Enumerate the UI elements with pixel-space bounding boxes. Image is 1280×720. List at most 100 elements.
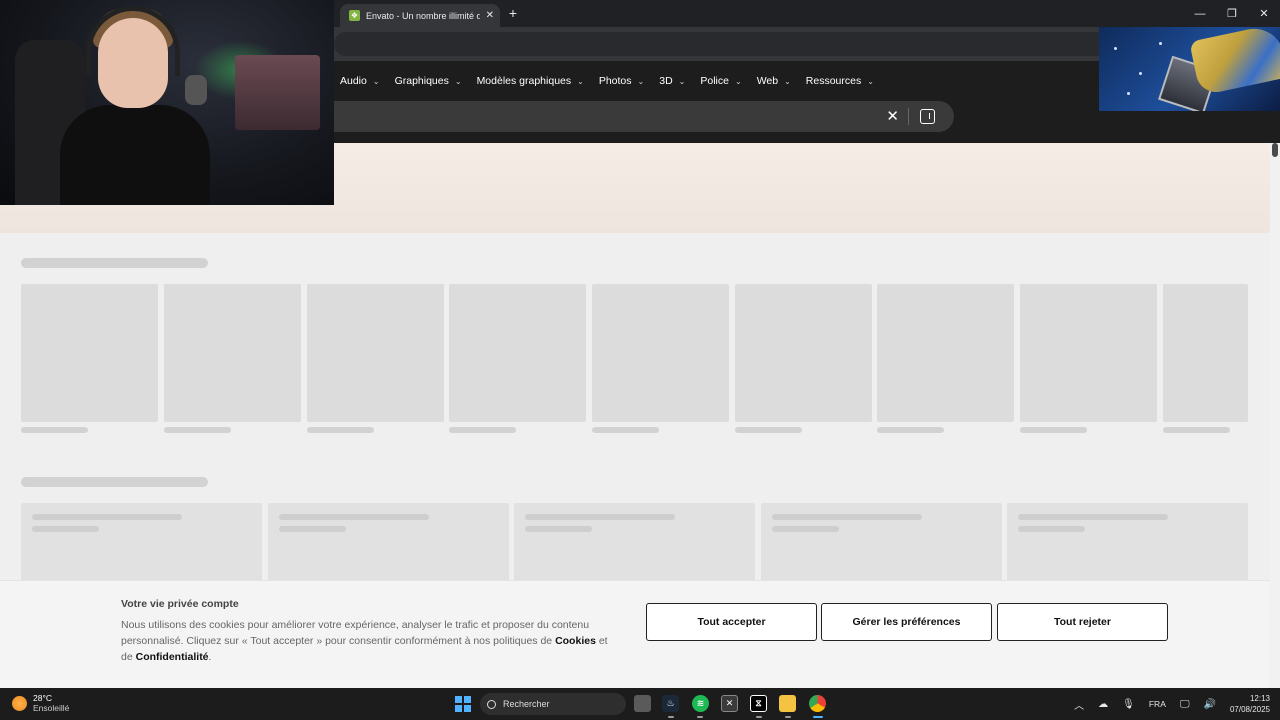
- cookies-policy-link[interactable]: Cookies: [555, 635, 596, 647]
- capcut-icon[interactable]: ⧖: [750, 695, 767, 712]
- chevron-up-icon[interactable]: ︿: [1074, 697, 1084, 712]
- search-input[interactable]: ✕: [320, 101, 954, 132]
- weather-condition: Ensoleillé: [33, 703, 70, 713]
- nav-item-police[interactable]: Police ⌄: [700, 75, 741, 87]
- category-nav: Audio ⌄ Graphiques ⌄ Modèles graphiques ⌄ P…: [340, 75, 889, 87]
- weather-widget[interactable]: 28°C Ensoleillé: [12, 693, 69, 713]
- skeleton-caption: [21, 427, 88, 433]
- skeleton-card: [1020, 284, 1157, 422]
- envato-favicon-icon: ❖: [349, 10, 360, 21]
- chevron-down-icon: ⌄: [454, 76, 462, 86]
- cookie-title: Votre vie privée compte: [121, 598, 239, 610]
- network-icon[interactable]: 🖵: [1180, 699, 1190, 710]
- cookie-banner: Votre vie privée compte Nous utilisons d…: [0, 580, 1270, 688]
- chevron-down-icon: ⌄: [734, 76, 742, 86]
- nav-item-3d[interactable]: 3D ⌄: [659, 75, 685, 87]
- skeleton-card: [21, 284, 158, 422]
- skeleton-card: [307, 284, 444, 422]
- nav-label: 3D: [659, 75, 673, 87]
- nav-item-audio[interactable]: Audio ⌄: [340, 75, 380, 87]
- task-view-icon[interactable]: [634, 695, 651, 712]
- skeleton-section-title: [21, 258, 208, 268]
- language-indicator[interactable]: FRA: [1149, 699, 1166, 709]
- taskbar-search[interactable]: Rechercher: [480, 693, 626, 715]
- onedrive-icon[interactable]: ☁: [1098, 699, 1108, 710]
- nav-label: Audio: [340, 75, 367, 87]
- microphone-icon: [185, 75, 207, 105]
- skeleton-wide-card: [1007, 503, 1248, 580]
- nav-item-graphiques[interactable]: Graphiques ⌄: [395, 75, 462, 87]
- close-window-button[interactable]: ✕: [1248, 0, 1280, 27]
- search-divider: [908, 108, 909, 125]
- sparkle: [1127, 92, 1130, 95]
- browser-tab[interactable]: ❖ Envato - Un nombre illimité d'a ✕: [340, 4, 500, 27]
- minimize-button[interactable]: —: [1184, 0, 1216, 27]
- system-tray: ︿ ☁ 🎙 FRA 🖵 🔊 12:13 07/08/2025: [1060, 688, 1270, 720]
- cookie-text: .: [208, 651, 212, 663]
- page-scrollbar[interactable]: [1270, 143, 1280, 688]
- steam-icon[interactable]: ♨: [662, 695, 679, 712]
- skeleton-caption: [735, 427, 802, 433]
- cookie-description: Nous utilisons des cookies pour améliore…: [121, 617, 621, 665]
- skeleton-line: [32, 526, 99, 532]
- reject-all-button[interactable]: Tout rejeter: [997, 603, 1168, 641]
- file-explorer-icon[interactable]: [779, 695, 796, 712]
- windows-start-icon[interactable]: [455, 696, 471, 712]
- skeleton-wide-card: [268, 503, 509, 580]
- loading-content: [0, 233, 1270, 580]
- nav-label: Modèles graphiques: [476, 75, 572, 87]
- clock-time: 12:13: [1249, 694, 1270, 703]
- skeleton-card: [449, 284, 586, 422]
- visual-search-icon[interactable]: [920, 109, 935, 124]
- accept-all-button[interactable]: Tout accepter: [646, 603, 817, 641]
- nav-label: Photos: [598, 75, 632, 87]
- sparkle: [1114, 47, 1117, 50]
- running-indicator: [668, 716, 674, 718]
- weather-temperature: 28°C: [33, 693, 52, 703]
- cookie-text: Nous utilisons des cookies pour améliore…: [121, 619, 590, 647]
- skeleton-line: [279, 526, 346, 532]
- skeleton-line: [32, 514, 182, 520]
- nav-item-photos[interactable]: Photos ⌄: [599, 75, 644, 87]
- nav-item-ressources[interactable]: Ressources ⌄: [806, 75, 874, 87]
- skeleton-line: [772, 514, 922, 520]
- headset-icon: [86, 6, 180, 76]
- nav-label: Ressources: [805, 75, 862, 87]
- xbox-icon[interactable]: ✕: [721, 695, 738, 712]
- clear-search-icon[interactable]: ✕: [886, 107, 899, 125]
- running-indicator: [756, 716, 762, 718]
- volume-icon[interactable]: 🔊: [1204, 699, 1216, 710]
- microphone-icon[interactable]: 🎙: [1122, 699, 1135, 710]
- skeleton-caption: [307, 427, 374, 433]
- running-indicator: [697, 716, 703, 718]
- webcam-streamer-body: [60, 105, 210, 205]
- webcam-background-screen: [235, 55, 320, 130]
- clock[interactable]: 12:13 07/08/2025: [1230, 693, 1270, 715]
- maximize-button[interactable]: ❐: [1216, 0, 1248, 27]
- skeleton-caption: [1020, 427, 1087, 433]
- nav-item-modeles-graphiques[interactable]: Modèles graphiques ⌄: [477, 75, 584, 87]
- webcam-overlay: [0, 0, 334, 205]
- privacy-policy-link[interactable]: Confidentialité: [136, 651, 209, 663]
- skeleton-caption: [1163, 427, 1230, 433]
- nav-item-web[interactable]: Web ⌄: [757, 75, 791, 87]
- new-tab-button[interactable]: +: [505, 5, 521, 21]
- running-indicator: [785, 716, 791, 718]
- skeleton-caption: [592, 427, 659, 433]
- chevron-down-icon: ⌄: [678, 76, 686, 86]
- clock-date: 07/08/2025: [1229, 705, 1270, 714]
- scrollbar-thumb[interactable]: [1272, 143, 1278, 157]
- skeleton-wide-card: [514, 503, 755, 580]
- chrome-icon[interactable]: [809, 695, 826, 712]
- chevron-down-icon: ⌄: [867, 76, 874, 86]
- skeleton-line: [525, 526, 592, 532]
- skeleton-wide-card: [761, 503, 1002, 580]
- chevron-down-icon: ⌄: [637, 76, 645, 86]
- manage-preferences-button[interactable]: Gérer les préférences: [821, 603, 992, 641]
- tab-close-icon[interactable]: ✕: [486, 10, 494, 21]
- address-bar[interactable]: [334, 32, 1100, 56]
- skeleton-card: [592, 284, 729, 422]
- skeleton-caption: [449, 427, 516, 433]
- skeleton-card: [164, 284, 301, 422]
- spotify-icon[interactable]: ≋: [692, 695, 709, 712]
